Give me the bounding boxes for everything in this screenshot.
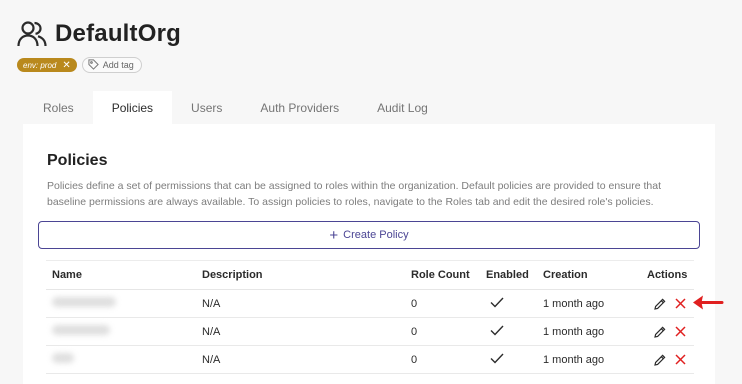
policy-description: N/A [202,297,221,310]
tab-roles[interactable]: Roles [24,91,93,124]
create-policy-label: Create Policy [343,229,409,241]
add-tag-label: Add tag [102,60,134,70]
page-title: DefaultOrg [55,20,182,47]
policy-role-count: 0 [411,297,418,310]
column-header-name[interactable]: Name [46,269,202,281]
section-title: Policies [47,152,108,169]
remove-tag-icon[interactable]: ✕ [62,60,70,71]
tab-audit-log[interactable]: Audit Log [358,91,447,124]
delete-icon[interactable] [675,354,686,365]
org-header: DefaultOrg [17,20,181,48]
enabled-check-icon [486,297,543,311]
policies-table: Name Description Role Count Enabled Crea… [46,260,694,374]
users-icon [17,20,47,48]
env-tag-label: env: prod [23,60,57,70]
column-header-role-count[interactable]: Role Count [411,269,486,281]
create-policy-button[interactable]: + Create Policy [38,221,700,249]
table-header: Name Description Role Count Enabled Crea… [46,260,694,290]
pencil-icon[interactable] [654,298,666,310]
section-description: Policies define a set of permissions tha… [47,180,662,208]
column-header-description[interactable]: Description [202,269,411,281]
table-row[interactable]: N/A 0 1 month ago [46,290,694,318]
plus-icon: + [329,226,339,244]
policy-description: N/A [202,353,221,366]
add-tag-button[interactable]: Add tag [81,57,142,73]
policy-creation: 1 month ago [543,325,605,338]
policy-name-redacted [46,353,202,366]
tag-icon [88,58,99,72]
pencil-icon[interactable] [654,354,666,366]
row-actions [646,326,694,338]
policy-description: N/A [202,325,221,338]
annotation-arrow-icon [692,293,724,316]
policies-panel: Policies Policies define a set of permis… [23,124,715,384]
pencil-icon[interactable] [654,326,666,338]
table-row[interactable]: N/A 0 1 month ago [46,318,694,346]
env-tag: env: prod ✕ [17,58,77,72]
tab-users[interactable]: Users [172,91,241,124]
policy-name-redacted [46,325,202,338]
policy-name-redacted [46,297,202,310]
delete-icon[interactable] [675,298,686,309]
table-row[interactable]: N/A 0 1 month ago [46,346,694,374]
tag-bar: env: prod ✕ Add tag [17,57,142,73]
policy-role-count: 0 [411,353,418,366]
policy-creation: 1 month ago [543,297,605,310]
tab-auth-providers[interactable]: Auth Providers [241,91,358,124]
enabled-check-icon [486,353,543,367]
row-actions [646,298,694,310]
enabled-check-icon [486,325,543,339]
policy-role-count: 0 [411,325,418,338]
tab-bar: Roles Policies Users Auth Providers Audi… [24,91,447,124]
column-header-enabled[interactable]: Enabled [486,269,543,281]
column-header-actions: Actions [647,269,688,281]
column-header-creation[interactable]: Creation [543,269,646,281]
row-actions [646,354,694,366]
tab-policies[interactable]: Policies [92,91,173,124]
delete-icon[interactable] [675,326,686,337]
policy-creation: 1 month ago [543,353,605,366]
